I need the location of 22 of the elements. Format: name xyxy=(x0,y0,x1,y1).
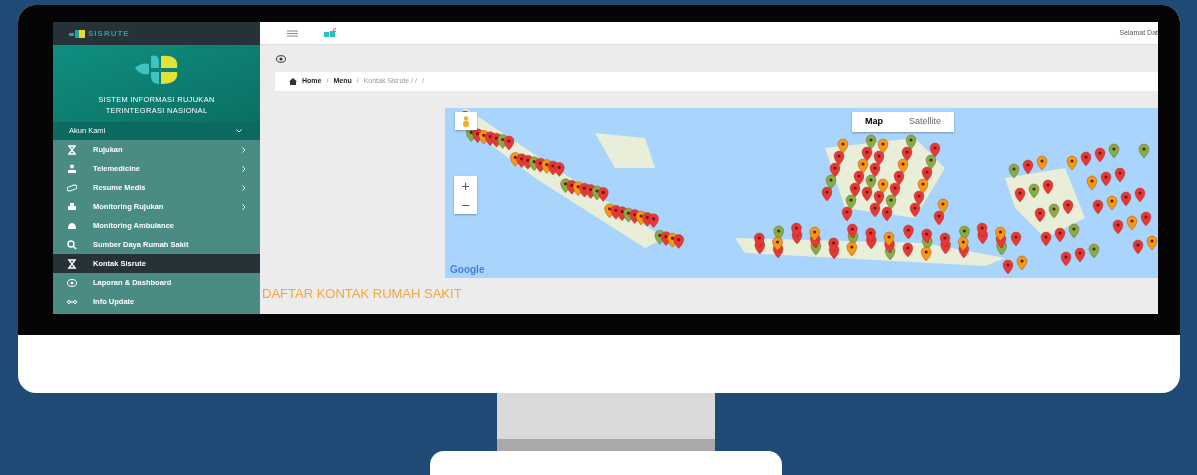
logo-icon xyxy=(134,54,179,86)
hourglass-icon xyxy=(67,144,77,155)
zoom-out-button[interactable]: − xyxy=(454,195,477,214)
person-icon xyxy=(462,115,470,127)
section-heading: DAFTAR KONTAK RUMAH SAKIT xyxy=(262,285,463,303)
logo-icon xyxy=(69,29,85,38)
pill-icon xyxy=(67,182,77,193)
person-icon xyxy=(67,163,77,174)
home-icon xyxy=(289,78,297,85)
map-type-tab[interactable]: Satellite xyxy=(896,112,955,132)
zoom-in-button[interactable]: + xyxy=(454,176,477,195)
chevron-down-icon xyxy=(236,129,242,133)
eye-icon xyxy=(67,277,77,288)
eye-icon xyxy=(276,55,286,63)
search-icon xyxy=(67,239,77,250)
map-logo: Google xyxy=(450,263,485,277)
hourglass-icon xyxy=(67,258,77,269)
pegman-button[interactable] xyxy=(455,112,477,130)
brand-name: SISRUTE xyxy=(88,27,130,40)
logo-icon xyxy=(324,28,336,38)
menu-icon xyxy=(287,29,298,37)
map-type-tab[interactable]: Map xyxy=(852,112,896,132)
